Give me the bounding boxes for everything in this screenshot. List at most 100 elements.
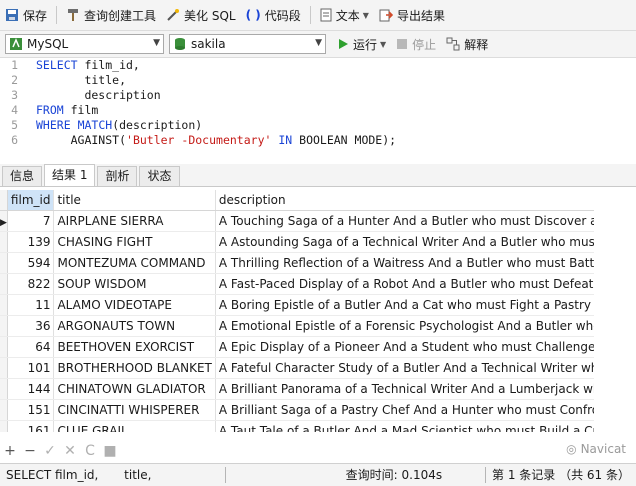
row-header[interactable] [0, 252, 8, 274]
row-header[interactable] [0, 399, 8, 421]
line-number: 5 [11, 118, 18, 132]
code-snippet-button[interactable]: ( ) 代码段 [241, 3, 306, 27]
table-row[interactable]: 594 MONTEZUMA COMMAND A Thrilling Reflecti… [0, 252, 594, 274]
table-row[interactable]: 36 ARGONAUTS TOWN A Emotional Epistle of a… [0, 315, 594, 337]
row-header[interactable] [0, 231, 8, 253]
connection-value: MySQL [27, 37, 69, 51]
tab-3[interactable]: 状态 [139, 166, 180, 186]
table-row[interactable]: 151 CINCINATTI WHISPERER A Brilliant Saga … [0, 399, 594, 421]
explain-button[interactable]: 解释 [441, 32, 493, 56]
chevron-down-icon: ▼ [362, 10, 369, 20]
query-builder-label: 查询创建工具 [84, 8, 157, 23]
editor-line[interactable]: 5 WHERE MATCH(description) [0, 118, 636, 133]
cell-film-id[interactable]: 594 [7, 252, 55, 274]
save-icon [6, 9, 18, 21]
cell-description[interactable]: A Epic Display of a Pioneer And a Studen… [215, 336, 594, 358]
apply-icon[interactable]: ✓ [40, 443, 60, 459]
cell-description[interactable]: A Fateful Character Study of a Butler An… [215, 357, 594, 379]
table-row[interactable]: ▶ 7 AIRPLANE SIERRA A Touching Saga of a Hu… [0, 210, 594, 232]
cell-film-id[interactable]: 161 [7, 420, 55, 432]
column-header-description[interactable]: description [215, 190, 594, 211]
line-number: 2 [11, 73, 18, 87]
delete-record-icon[interactable]: − [20, 443, 40, 459]
cell-title[interactable]: CHASING FIGHT [53, 231, 216, 253]
column-header-film-id[interactable]: film_id [7, 190, 55, 211]
cell-description[interactable]: A Astounding Saga of a Technical Writer … [215, 231, 594, 253]
grid-toolbar: + − ✓ ✕ C ■ ◎ Navicat [0, 440, 636, 462]
table-row[interactable]: 144 CHINATOWN GLADIATOR A Brilliant Panora… [0, 378, 594, 400]
line-number: 3 [11, 88, 18, 102]
cell-description[interactable]: A Thrilling Reflection of a Waitress And… [215, 252, 594, 274]
cell-description[interactable]: A Brilliant Panorama of a Technical Writ… [215, 378, 594, 400]
cell-title[interactable]: BROTHERHOOD BLANKET [53, 357, 216, 379]
row-header[interactable] [0, 420, 8, 432]
cell-film-id[interactable]: 144 [7, 378, 55, 400]
export-results-button[interactable]: 导出结果 [374, 3, 450, 27]
status-record-count: 第 1 条记录 （共 61 条） [492, 468, 630, 482]
cell-film-id[interactable]: 7 [7, 210, 55, 232]
current-row-indicator[interactable]: ▶ [0, 210, 8, 232]
cell-description[interactable]: A Brilliant Saga of a Pastry Chef And a … [215, 399, 594, 421]
run-button[interactable]: 运行 ▼ [332, 32, 391, 56]
cell-title[interactable]: CLUE GRAIL [53, 420, 216, 432]
save-button[interactable]: 保存 [0, 3, 52, 27]
cell-description[interactable]: A Fast-Paced Display of a Robot And a Bu… [215, 273, 594, 295]
row-header[interactable] [0, 357, 8, 379]
database-value: sakila [191, 37, 226, 51]
discard-icon[interactable]: ✕ [60, 443, 80, 459]
table-row[interactable]: 101 BROTHERHOOD BLANKET A Fateful Characte… [0, 357, 594, 379]
cell-title[interactable]: ALAMO VIDEOTAPE [53, 294, 216, 316]
query-builder-button[interactable]: 查询创建工具 [61, 3, 161, 27]
connection-select[interactable]: MySQL ▼ [5, 34, 164, 54]
cell-title[interactable]: AIRPLANE SIERRA [53, 210, 216, 232]
cell-title[interactable]: BEETHOVEN EXORCIST [53, 336, 216, 358]
code-text: SELECT film_id, [36, 58, 140, 73]
editor-line[interactable]: 1 SELECT film_id, [0, 58, 636, 73]
cell-title[interactable]: ARGONAUTS TOWN [53, 315, 216, 337]
cell-title[interactable]: SOUP WISDOM [53, 273, 216, 295]
beautify-sql-button[interactable]: 美化 SQL [161, 3, 241, 27]
cell-title[interactable]: CHINATOWN GLADIATOR [53, 378, 216, 400]
cell-film-id[interactable]: 36 [7, 315, 55, 337]
cell-film-id[interactable]: 64 [7, 336, 55, 358]
cell-film-id[interactable]: 822 [7, 273, 55, 295]
tab-0[interactable]: 信息 [2, 166, 43, 186]
result-grid[interactable]: film_id title description ▶ 7 AIRPLANE SIERR… [0, 190, 594, 432]
table-row[interactable]: 161 CLUE GRAIL A Taut Tale of a Butler And… [0, 420, 594, 432]
cell-title[interactable]: MONTEZUMA COMMAND [53, 252, 216, 274]
cell-description[interactable]: A Touching Saga of a Hunter And a Butler… [215, 210, 594, 232]
tab-1[interactable]: 结果 1 [44, 164, 96, 186]
column-header-title[interactable]: title [53, 190, 216, 211]
row-header[interactable] [0, 336, 8, 358]
table-row[interactable]: 64 BEETHOVEN EXORCIST A Epic Display of a … [0, 336, 594, 358]
tab-2[interactable]: 剖析 [97, 166, 138, 186]
cell-film-id[interactable]: 151 [7, 399, 55, 421]
row-header[interactable] [0, 315, 8, 337]
text-button[interactable]: 文本 ▼ [315, 3, 374, 27]
explain-icon [446, 37, 460, 51]
editor-line[interactable]: 6 AGAINST('Butler -Documentary' IN BOOLE… [0, 133, 636, 148]
editor-line[interactable]: 4 FROM film [0, 103, 636, 118]
table-row[interactable]: 822 SOUP WISDOM A Fast-Paced Display of a … [0, 273, 594, 295]
stop-button[interactable]: 停止 [391, 32, 441, 56]
cell-title[interactable]: CINCINATTI WHISPERER [53, 399, 216, 421]
cell-film-id[interactable]: 101 [7, 357, 55, 379]
row-header[interactable] [0, 294, 8, 316]
stop-loading-icon[interactable]: ■ [100, 443, 120, 459]
cell-film-id[interactable]: 11 [7, 294, 55, 316]
sql-editor[interactable]: 1 SELECT film_id, 2 title, 3 description 4 FR… [0, 58, 636, 162]
cell-film-id[interactable]: 139 [7, 231, 55, 253]
cell-description[interactable]: A Taut Tale of a Butler And a Mad Scient… [215, 420, 594, 432]
editor-line[interactable]: 2 title, [0, 73, 636, 88]
database-select[interactable]: sakila ▼ [169, 34, 326, 54]
table-row[interactable]: 139 CHASING FIGHT A Astounding Saga of a T… [0, 231, 594, 253]
table-row[interactable]: 11 ALAMO VIDEOTAPE A Boring Epistle of a B… [0, 294, 594, 316]
row-header[interactable] [0, 378, 8, 400]
toolbar-separator [56, 6, 58, 24]
cell-description[interactable]: A Boring Epistle of a Butler And a Cat w… [215, 294, 594, 316]
row-header[interactable] [0, 273, 8, 295]
editor-line[interactable]: 3 description [0, 88, 636, 103]
refresh-icon[interactable]: C [80, 443, 100, 459]
add-record-icon[interactable]: + [0, 443, 20, 459]
cell-description[interactable]: A Emotional Epistle of a Forensic Psycho… [215, 315, 594, 337]
